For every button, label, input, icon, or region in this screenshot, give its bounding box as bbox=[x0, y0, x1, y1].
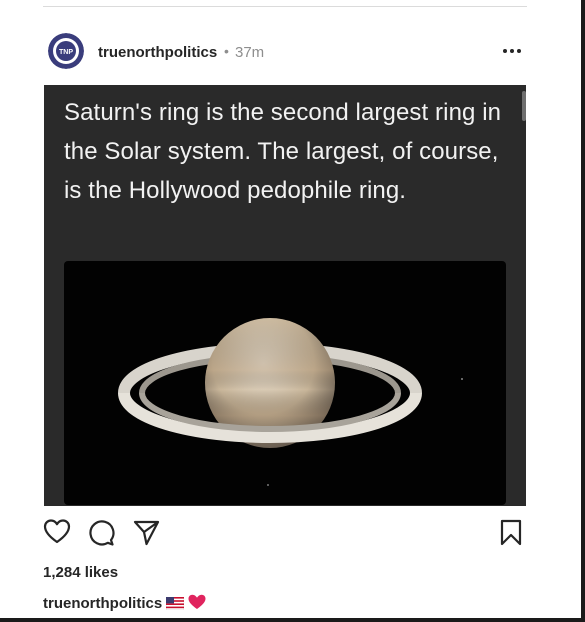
red-heart-icon bbox=[188, 594, 206, 614]
saturn-image bbox=[118, 318, 463, 486]
post-caption: truenorthpolitics bbox=[43, 594, 206, 614]
post-header: TNP truenorthpolitics • 37m bbox=[43, 30, 527, 74]
like-button[interactable] bbox=[43, 518, 73, 548]
avatar[interactable]: TNP bbox=[48, 33, 84, 69]
comment-icon bbox=[89, 520, 115, 546]
post-actions bbox=[43, 518, 527, 550]
post-image[interactable]: Saturn's ring is the second largest ring… bbox=[44, 85, 526, 506]
separator-dot: • bbox=[224, 43, 229, 59]
post-divider bbox=[43, 6, 527, 7]
save-button[interactable] bbox=[497, 518, 527, 548]
image-scroll-indicator bbox=[522, 91, 526, 121]
saturn-photo bbox=[64, 261, 506, 505]
comment-button[interactable] bbox=[87, 518, 117, 548]
share-button[interactable] bbox=[132, 518, 162, 548]
more-options-button[interactable] bbox=[501, 42, 523, 60]
send-icon bbox=[133, 520, 160, 546]
post-username[interactable]: truenorthpolitics bbox=[98, 44, 217, 61]
window-border-right bbox=[581, 0, 585, 622]
window-border-bottom bbox=[0, 618, 585, 622]
more-options-icon bbox=[503, 49, 521, 53]
post-timestamp[interactable]: 37m bbox=[235, 44, 264, 61]
meme-text: Saturn's ring is the second largest ring… bbox=[64, 99, 502, 204]
caption-username[interactable]: truenorthpolitics bbox=[43, 595, 162, 612]
likes-count[interactable]: 1,284 likes bbox=[43, 564, 118, 581]
avatar-text: TNP bbox=[59, 49, 73, 56]
heart-icon bbox=[43, 519, 71, 544]
us-flag-icon bbox=[165, 596, 185, 614]
bookmark-icon bbox=[500, 519, 522, 546]
avatar-logo-icon: TNP bbox=[48, 33, 84, 69]
